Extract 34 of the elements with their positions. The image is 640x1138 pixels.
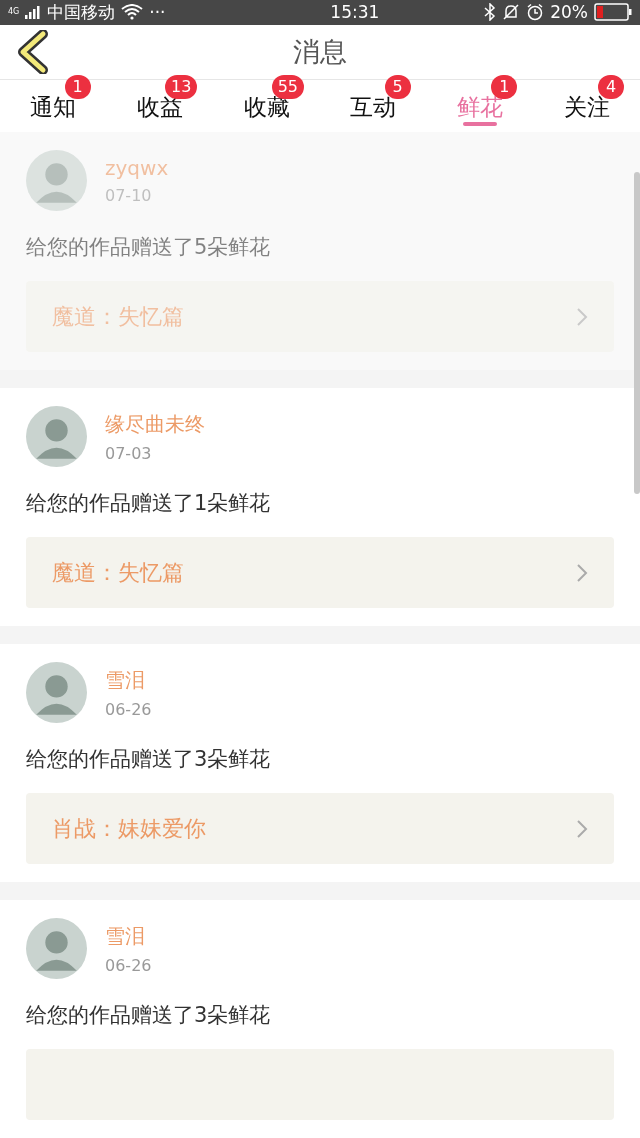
battery-percent: 20% bbox=[550, 2, 588, 23]
message-date: 07-03 bbox=[105, 443, 153, 463]
message-text: 给您的作品赠送了1朵鲜花 bbox=[26, 490, 272, 517]
work-link[interactable]: 魔道：失忆篇 bbox=[26, 281, 614, 352]
avatar bbox=[26, 918, 87, 979]
message-date: 06-26 bbox=[105, 699, 152, 719]
work-link[interactable]: 魔道：失忆篇 bbox=[26, 537, 614, 608]
chevron-right-icon bbox=[576, 818, 588, 839]
message-text: 给您的作品赠送了5朵鲜花 bbox=[26, 234, 272, 261]
network-type: 4G bbox=[8, 8, 20, 17]
bluetooth-icon bbox=[484, 3, 497, 22]
wifi-icon bbox=[121, 4, 144, 21]
message-text: 给您的作品赠送了3朵鲜花 bbox=[26, 746, 272, 773]
signal-icon bbox=[25, 5, 42, 20]
sender-name[interactable]: 缘尽曲未终 bbox=[105, 410, 205, 438]
message-date: 06-26 bbox=[105, 955, 152, 975]
sender-name[interactable]: 雪泪 bbox=[105, 666, 152, 694]
avatar bbox=[26, 406, 87, 467]
sender-name[interactable]: zyqwx bbox=[105, 156, 169, 180]
message-text: 给您的作品赠送了3朵鲜花 bbox=[26, 1002, 272, 1029]
avatar bbox=[26, 150, 87, 211]
chevron-right-icon bbox=[576, 562, 588, 583]
sender-name[interactable]: 雪泪 bbox=[105, 922, 152, 950]
more-dots: ··· bbox=[149, 2, 166, 23]
alarm-icon bbox=[526, 3, 545, 22]
page-title: 消息 bbox=[293, 34, 347, 69]
avatar bbox=[26, 662, 87, 723]
chevron-right-icon bbox=[576, 306, 588, 327]
muted-bell-icon bbox=[502, 3, 521, 22]
carrier: 中国移动 bbox=[47, 0, 116, 24]
battery-icon bbox=[594, 3, 632, 22]
clock: 15:31 bbox=[329, 2, 380, 23]
work-link[interactable]: 肖战：妹妹爱你 bbox=[26, 793, 614, 864]
message-date: 07-10 bbox=[105, 186, 153, 205]
